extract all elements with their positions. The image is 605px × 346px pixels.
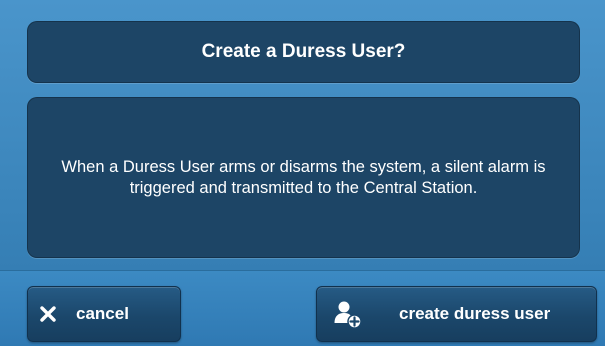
dialog-message: When a Duress User arms or disarms the s…	[61, 157, 546, 197]
cancel-button[interactable]: cancel	[27, 286, 181, 342]
cancel-button-label: cancel	[76, 304, 129, 323]
create-duress-user-button[interactable]: create duress user	[316, 286, 597, 342]
close-icon	[40, 306, 56, 322]
create-duress-user-label: create duress user	[399, 304, 551, 323]
dialog-message-panel: When a Duress User arms or disarms the s…	[27, 97, 580, 258]
add-user-icon	[333, 299, 363, 329]
dialog-title-panel: Create a Duress User?	[27, 21, 580, 83]
duress-user-dialog: Create a Duress User? When a Duress User…	[0, 0, 605, 346]
dialog-title: Create a Duress User?	[201, 41, 406, 62]
